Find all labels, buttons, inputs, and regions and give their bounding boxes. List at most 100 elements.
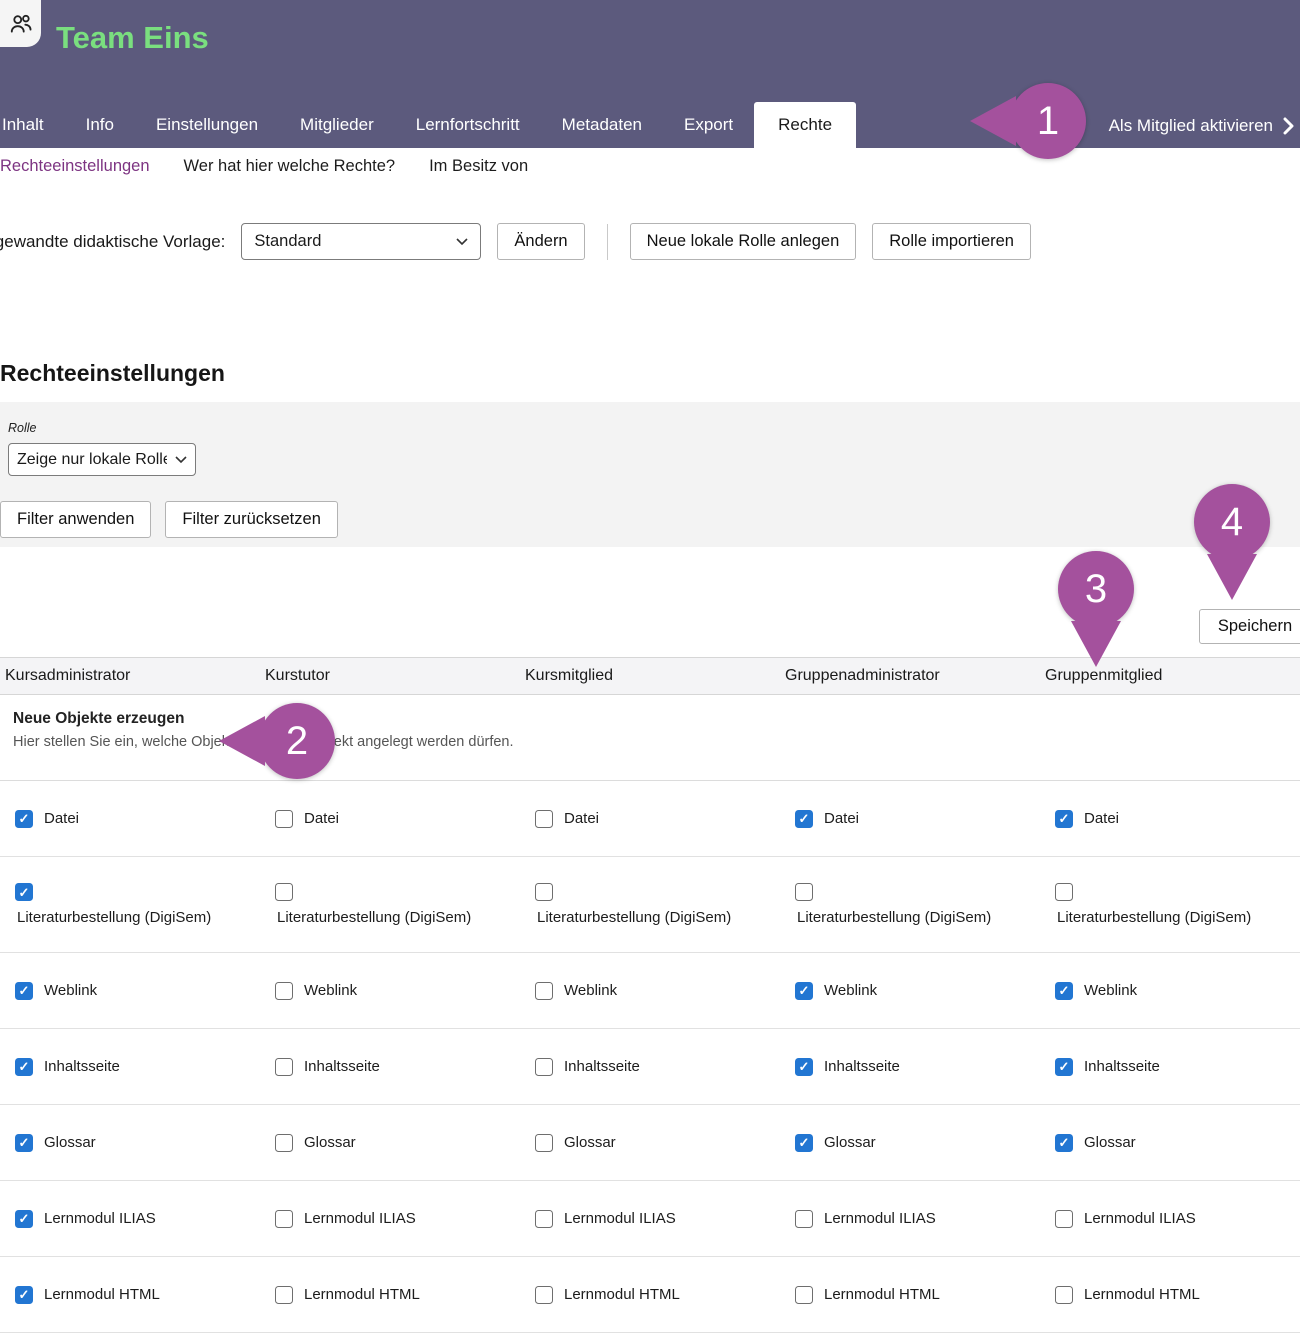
permission-checkbox[interactable] [535, 810, 553, 828]
permission-cell: Inhaltsseite [260, 1058, 520, 1076]
permission-cell: Lernmodul ILIAS [780, 1210, 1040, 1228]
section-description: Hier stellen Sie ein, welche Objekte in … [13, 734, 1300, 750]
permission-checkbox[interactable] [795, 982, 813, 1000]
permission-checkbox[interactable] [15, 1134, 33, 1152]
permission-cell: Datei [0, 810, 260, 828]
permission-checkbox[interactable] [275, 1134, 293, 1152]
permission-checkbox[interactable] [535, 982, 553, 1000]
callout-marker-4: 4 [1194, 484, 1270, 560]
permission-cell: Datei [260, 810, 520, 828]
permission-label: Lernmodul HTML [1084, 1286, 1200, 1303]
permission-checkbox[interactable] [1055, 982, 1073, 1000]
permission-label: Datei [1084, 810, 1119, 827]
permission-checkbox[interactable] [535, 1134, 553, 1152]
permission-checkbox[interactable] [795, 883, 813, 901]
permission-cell: Inhaltsseite [0, 1058, 260, 1076]
permission-cell: Lernmodul ILIAS [260, 1210, 520, 1228]
permission-checkbox[interactable] [535, 1210, 553, 1228]
subtab-wer-hat-rechte[interactable]: Wer hat hier welche Rechte? [184, 157, 396, 176]
filter-apply-button[interactable]: Filter anwenden [0, 501, 151, 538]
permission-checkbox[interactable] [795, 1134, 813, 1152]
permission-checkbox[interactable] [795, 810, 813, 828]
permission-label: Lernmodul HTML [564, 1286, 680, 1303]
permission-cell: Literaturbestellung (DigiSem) [0, 883, 260, 926]
permission-checkbox[interactable] [275, 1058, 293, 1076]
change-template-button[interactable]: Ändern [497, 223, 584, 260]
permission-checkbox[interactable] [1055, 1286, 1073, 1304]
permission-cell: Datei [780, 810, 1040, 828]
activate-member-view-link[interactable]: Als Mitglied aktivieren [1109, 116, 1294, 136]
tab-export[interactable]: Export [663, 102, 754, 148]
permission-checkbox[interactable] [15, 1286, 33, 1304]
permission-label: Datei [564, 810, 599, 827]
permission-cell: Lernmodul HTML [260, 1286, 520, 1304]
tab-mitglieder[interactable]: Mitglieder [279, 102, 395, 148]
callout-marker-number: 4 [1194, 484, 1270, 560]
role-filter-select[interactable]: Zeige nur lokale Rollen [8, 443, 196, 476]
permissions-heading: Rechteeinstellungen [0, 360, 225, 387]
permission-checkbox[interactable] [275, 982, 293, 1000]
permission-label: Inhaltsseite [564, 1058, 640, 1075]
new-local-role-button[interactable]: Neue lokale Rolle anlegen [630, 223, 857, 260]
permission-checkbox[interactable] [15, 810, 33, 828]
permission-checkbox[interactable] [795, 1210, 813, 1228]
permission-cell: Lernmodul HTML [780, 1286, 1040, 1304]
permission-label: Glossar [304, 1134, 356, 1151]
permission-checkbox[interactable] [1055, 1058, 1073, 1076]
permission-cell: Glossar [520, 1134, 780, 1152]
tab-rechte[interactable]: Rechte [754, 102, 856, 148]
permission-checkbox[interactable] [275, 1210, 293, 1228]
permission-checkbox[interactable] [535, 1058, 553, 1076]
permission-cell: Weblink [0, 982, 260, 1000]
permission-checkbox[interactable] [1055, 883, 1073, 901]
permission-checkbox[interactable] [275, 1286, 293, 1304]
didactic-template-select[interactable]: Standard [241, 223, 481, 260]
permission-checkbox[interactable] [15, 982, 33, 1000]
permission-label: Inhaltsseite [44, 1058, 120, 1075]
permission-label: Inhaltsseite [304, 1058, 380, 1075]
permission-row: Literaturbestellung (DigiSem) Literaturb… [0, 857, 1300, 953]
subtab-im-besitz-von[interactable]: Im Besitz von [429, 157, 528, 176]
permission-label: Lernmodul HTML [304, 1286, 420, 1303]
save-button[interactable]: Speichern [1199, 609, 1300, 644]
permission-label: Weblink [1084, 982, 1137, 999]
permission-cell: Glossar [780, 1134, 1040, 1152]
permission-label: Inhaltsseite [1084, 1058, 1160, 1075]
permission-checkbox[interactable] [1055, 1210, 1073, 1228]
permission-checkbox[interactable] [795, 1058, 813, 1076]
permission-cell: Datei [1040, 810, 1300, 828]
permission-checkbox[interactable] [535, 883, 553, 901]
permission-checkbox[interactable] [15, 1058, 33, 1076]
filter-buttons: Filter anwenden Filter zurücksetzen [0, 501, 338, 538]
permission-label: Lernmodul ILIAS [44, 1210, 156, 1227]
permission-label: Datei [44, 810, 79, 827]
callout-marker-2: 2 [259, 703, 335, 779]
permission-row: Glossar Glossar Glossar Glossar Glossar [0, 1105, 1300, 1181]
tab-info[interactable]: Info [65, 102, 135, 148]
callout-marker-3: 3 [1058, 551, 1134, 627]
tab-inhalt[interactable]: Inhalt [0, 102, 65, 148]
didactic-template-value: Standard [254, 232, 321, 251]
permission-checkbox[interactable] [1055, 810, 1073, 828]
tab-lernfortschritt[interactable]: Lernfortschritt [395, 102, 541, 148]
permission-checkbox[interactable] [275, 810, 293, 828]
permission-label: Glossar [824, 1134, 876, 1151]
permission-cell: Lernmodul ILIAS [520, 1210, 780, 1228]
tab-metadaten[interactable]: Metadaten [541, 102, 663, 148]
tab-einstellungen[interactable]: Einstellungen [135, 102, 279, 148]
permission-label: Glossar [44, 1134, 96, 1151]
filter-reset-button[interactable]: Filter zurücksetzen [165, 501, 337, 538]
permission-label: Lernmodul HTML [44, 1286, 160, 1303]
permission-checkbox[interactable] [15, 883, 33, 901]
permission-checkbox[interactable] [1055, 1134, 1073, 1152]
permission-checkbox[interactable] [535, 1286, 553, 1304]
permission-label: Literaturbestellung (DigiSem) [277, 909, 471, 926]
permission-checkbox[interactable] [795, 1286, 813, 1304]
subtab-rechteeinstellungen[interactable]: Rechteeinstellungen [0, 157, 150, 176]
permission-label: Lernmodul ILIAS [1084, 1210, 1196, 1227]
permission-label: Inhaltsseite [824, 1058, 900, 1075]
permission-checkbox[interactable] [275, 883, 293, 901]
permission-cell: Inhaltsseite [1040, 1058, 1300, 1076]
permission-checkbox[interactable] [15, 1210, 33, 1228]
import-role-button[interactable]: Rolle importieren [872, 223, 1031, 260]
